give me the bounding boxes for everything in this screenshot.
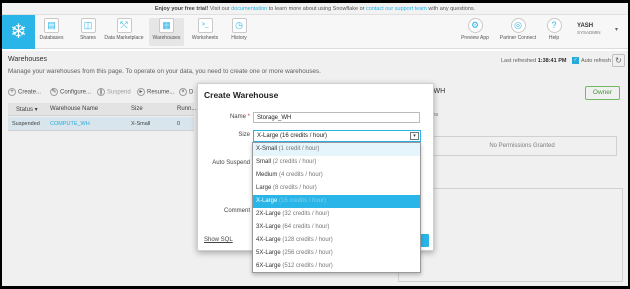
nav-item-shares[interactable]: ◫ Shares <box>77 18 99 46</box>
size-option[interactable]: Small (2 credits / hour) <box>253 156 420 169</box>
size-label: Size <box>238 132 250 138</box>
size-dropdown-list: X-Small (1 credit / hour) Small (2 credit… <box>252 142 421 273</box>
size-option[interactable]: X-Large (16 credits / hour) <box>253 195 420 208</box>
database-icon: ▤ <box>44 18 59 33</box>
app-window: Enjoy your free trial! Visit our documen… <box>2 3 628 286</box>
comment-label: Comment <box>223 208 250 214</box>
snowflake-logo-icon[interactable]: ❄ <box>2 15 35 49</box>
trial-banner: Enjoy your free trial! Visit our documen… <box>2 3 628 15</box>
help-icon: ? <box>546 18 562 33</box>
chevron-down-icon[interactable]: ▾ <box>615 26 618 33</box>
user-role: SYSADMIN <box>577 30 601 35</box>
user-menu[interactable]: YASH SYSADMIN <box>577 23 601 35</box>
size-option[interactable]: 4X-Large (128 credits / hour) <box>253 234 420 247</box>
size-option[interactable]: 6X-Large (512 credits / hour) <box>253 260 420 273</box>
marketplace-icon: ⤲ <box>116 18 132 33</box>
partner-connect-icon: ◎ <box>510 18 526 33</box>
nav-item-preview-app[interactable]: ⚙ Preview App <box>459 18 491 46</box>
required-marker: * <box>247 114 250 120</box>
size-option[interactable]: Medium (4 credits / hour) <box>253 169 420 182</box>
nav-item-databases[interactable]: ▤ Databases <box>38 18 65 46</box>
nav-item-warehouses[interactable]: ▦ Warehouses <box>149 18 184 46</box>
shares-icon: ◫ <box>80 18 96 33</box>
warehouse-icon: ▦ <box>159 18 174 33</box>
dialog-title: Create Warehouse <box>204 90 279 100</box>
size-option[interactable]: 3X-Large (64 credits / hour) <box>253 221 420 234</box>
auto-suspend-label: Auto Suspend <box>212 160 250 166</box>
show-sql-link[interactable]: Show SQL <box>204 237 233 243</box>
trial-banner-text: to learn more about using Snowflake or <box>267 6 367 12</box>
name-label: Name * <box>229 114 250 120</box>
size-option[interactable]: 5X-Large (256 credits / hour) <box>253 247 420 260</box>
size-option[interactable]: 2X-Large (32 credits / hour) <box>253 208 420 221</box>
contact-support-link[interactable]: contact our support team <box>366 6 427 12</box>
nav-item-worksheets[interactable]: >_ Worksheets <box>190 18 220 46</box>
worksheet-icon: >_ <box>197 18 213 33</box>
chevron-down-icon[interactable]: ▾ <box>410 132 419 140</box>
trial-banner-text: with any questions. <box>426 6 476 12</box>
size-option[interactable]: Large (8 credits / hour) <box>253 182 420 195</box>
history-icon: ◷ <box>231 18 247 33</box>
nav-item-data-marketplace[interactable]: ⤲ Data Marketplace <box>102 18 146 46</box>
preview-app-icon: ⚙ <box>467 18 483 33</box>
nav-item-history[interactable]: ◷ History <box>226 18 252 46</box>
top-navigation: ❄ ▤ Databases ◫ Shares ⤲ Data Marketplac… <box>2 15 628 49</box>
nav-item-help[interactable]: ? Help <box>544 18 564 46</box>
nav-item-partner-connect[interactable]: ◎ Partner Connect <box>499 18 537 46</box>
documentation-link[interactable]: documentation <box>231 6 267 12</box>
size-option[interactable]: X-Small (1 credit / hour) <box>253 143 420 156</box>
trial-banner-lead: Enjoy your free trial! <box>154 6 209 12</box>
trial-banner-text: Visit our <box>208 6 232 12</box>
size-select[interactable]: X-Large (16 credits / hour) ▾ <box>253 130 421 142</box>
name-input[interactable]: Storage_WH <box>253 112 420 123</box>
finish-button[interactable] <box>420 234 429 247</box>
user-name: YASH <box>577 23 594 29</box>
